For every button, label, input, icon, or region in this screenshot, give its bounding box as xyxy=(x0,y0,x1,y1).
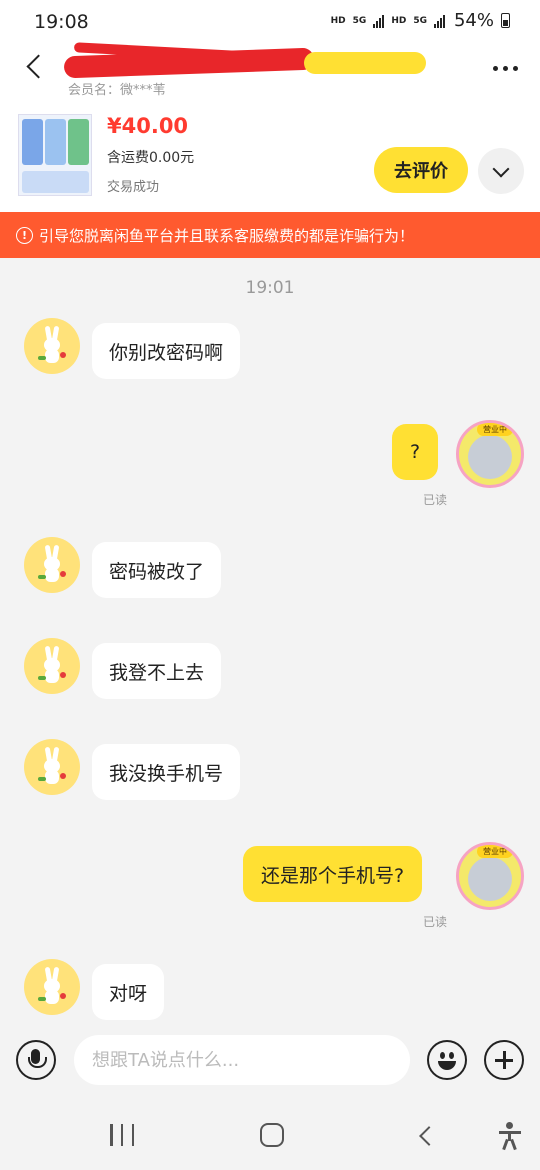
redacted-username xyxy=(63,42,426,79)
back-icon[interactable] xyxy=(22,52,52,82)
seller-avatar[interactable] xyxy=(24,537,80,593)
message-input[interactable] xyxy=(74,1035,410,1085)
message-bubble[interactable]: 我登不上去 xyxy=(92,643,222,699)
home-icon[interactable] xyxy=(260,1123,284,1147)
review-button[interactable]: 去评价 xyxy=(374,147,468,193)
user-tag xyxy=(304,52,426,74)
5g-indicator-2: 5G xyxy=(413,15,427,26)
message-bubble[interactable]: 对呀 xyxy=(92,964,165,1020)
message-bubble[interactable]: 密码被改了 xyxy=(92,542,222,598)
hd-indicator-2: HD xyxy=(391,15,407,26)
status-indicators: HD 5G HD 5G 54% xyxy=(331,10,510,31)
chat-header: 会员名：微***苇 xyxy=(0,42,540,110)
emoji-icon[interactable] xyxy=(427,1040,467,1080)
battery-icon xyxy=(501,13,510,28)
member-name: 会员名：微***苇 xyxy=(68,83,166,98)
5g-indicator: 5G xyxy=(352,15,367,26)
system-nav-bar xyxy=(0,1102,540,1170)
read-receipt: 已读 xyxy=(423,915,448,929)
my-message-bubble[interactable]: ? xyxy=(392,424,439,480)
more-icon[interactable] xyxy=(493,66,518,71)
alert-icon: ! xyxy=(16,226,33,244)
signal-icon xyxy=(373,14,385,28)
trade-status: 交易成功 xyxy=(107,180,160,195)
my-avatar[interactable]: 营业中 xyxy=(456,420,524,488)
business-badge: 营业中 xyxy=(477,423,513,436)
battery-percent: 54% xyxy=(453,10,494,31)
plus-icon[interactable] xyxy=(484,1040,524,1080)
voice-icon[interactable] xyxy=(16,1040,56,1080)
seller-avatar[interactable] xyxy=(24,739,80,795)
accessibility-icon[interactable] xyxy=(498,1122,522,1151)
seller-avatar[interactable] xyxy=(24,638,80,694)
seller-avatar[interactable] xyxy=(24,959,80,1015)
warning-text: 引导您脱离闲鱼平台并且联系客服缴费的都是诈骗行为！ xyxy=(39,226,415,245)
seller-avatar[interactable] xyxy=(24,318,80,374)
nav-back-icon[interactable] xyxy=(416,1125,438,1147)
my-message-bubble[interactable]: 还是那个手机号? xyxy=(243,846,423,902)
chevron-down-icon[interactable] xyxy=(478,148,524,194)
hd-indicator: HD xyxy=(330,15,346,26)
status-time: 19:08 xyxy=(34,11,89,33)
product-price: ¥40.00 xyxy=(107,114,189,138)
signal-icon-2 xyxy=(433,14,445,28)
business-badge: 营业中 xyxy=(477,845,513,858)
read-receipt: 已读 xyxy=(423,493,448,507)
chat-timestamp: 19:01 xyxy=(245,278,295,298)
input-bar xyxy=(0,1022,540,1102)
message-bubble[interactable]: 我没换手机号 xyxy=(92,744,241,800)
recent-apps-icon[interactable] xyxy=(110,1124,134,1146)
fraud-warning-banner: ! 引导您脱离闲鱼平台并且联系客服缴费的都是诈骗行为！ xyxy=(0,212,540,258)
status-bar: 19:08 HD 5G HD 5G 54% xyxy=(0,0,540,46)
shipping-fee: 含运费0.00元 xyxy=(107,150,195,166)
product-card[interactable]: ¥40.00 含运费0.00元 交易成功 去评价 xyxy=(0,110,540,212)
product-thumbnail[interactable] xyxy=(18,114,92,196)
my-avatar[interactable]: 营业中 xyxy=(456,842,524,910)
message-bubble[interactable]: 你别改密码啊 xyxy=(92,323,241,379)
